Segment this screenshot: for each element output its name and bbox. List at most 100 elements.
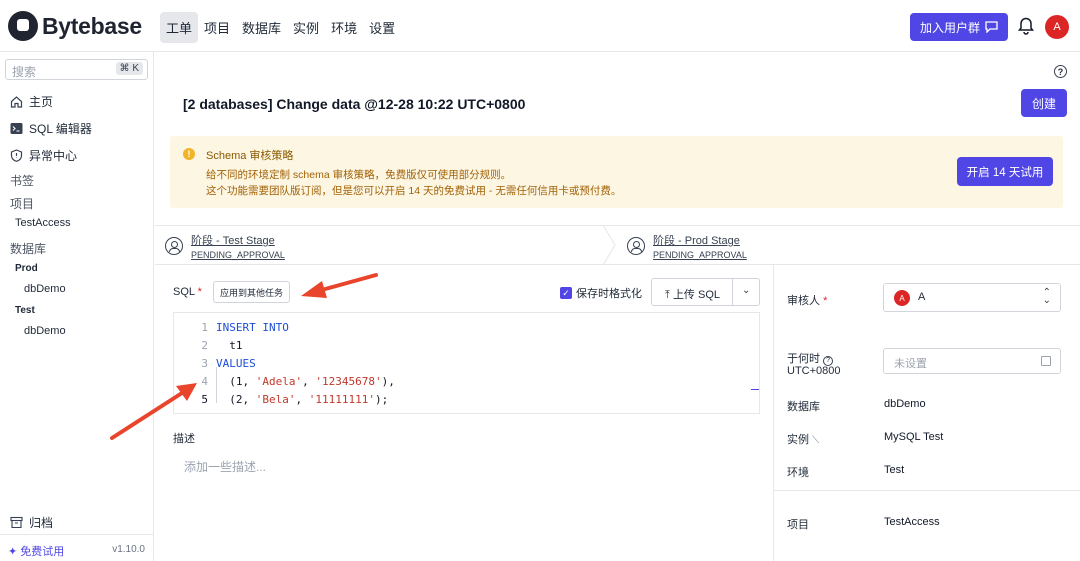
sql-editor[interactable]: 1 INSERT INTO 2 t1 3 VALUES 4 (1, 'Adela… xyxy=(173,312,760,414)
sql-label-text: SQL xyxy=(173,286,195,298)
reviewer-label-text: 审核人 xyxy=(787,295,820,307)
reviewer-avatar: A xyxy=(894,290,910,306)
user-circle-icon xyxy=(165,237,183,255)
line-number: 3 xyxy=(201,357,208,370)
description-input[interactable]: 添加一些描述... xyxy=(184,458,266,475)
search-placeholder: 搜索 xyxy=(12,65,37,79)
sidebar-footer: ✦ 免费试用 v1.10.0 xyxy=(0,534,154,561)
issue-sidebar: 审核人 * A A ⌃ ⌄ 于何时 ? UTC+0800 未设置 数据库 dbDe… xyxy=(773,265,1080,561)
description-label: 描述 xyxy=(173,433,195,445)
code-line: 5 (2, 'Bela', '11111111'); xyxy=(174,393,388,411)
banner-line-1: 给不同的环境定制 schema 审核策略，免费版仅可使用部分规则。 xyxy=(206,169,512,181)
sql-text: , xyxy=(295,393,309,406)
line-number: 5 xyxy=(201,393,208,406)
sidebar-label-anomaly: 异常中心 xyxy=(29,149,78,163)
reviewer-select[interactable]: A A ⌃ ⌄ xyxy=(883,283,1061,312)
terminal-icon xyxy=(10,123,23,134)
line-number: 4 xyxy=(201,375,208,388)
line-number: 1 xyxy=(201,321,208,334)
code-line: 3 VALUES xyxy=(174,357,255,375)
brand-name: Bytebase xyxy=(42,12,142,39)
free-trial-label: 免费试用 xyxy=(20,546,65,558)
bell-icon[interactable] xyxy=(1018,17,1034,35)
reviewer-required-mark: * xyxy=(823,295,828,307)
banner-title: Schema 审核策略 xyxy=(206,150,294,162)
chevron-right-icon xyxy=(602,225,616,265)
home-icon xyxy=(10,96,23,108)
sql-label: SQL * xyxy=(173,286,202,298)
start-trial-button[interactable]: 开启 14 天试用 xyxy=(957,157,1053,186)
join-community-button[interactable]: 加入用户群 xyxy=(910,13,1008,41)
sql-string: '12345678' xyxy=(315,375,382,388)
code-line: 4 (1, 'Adela', '12345678'), xyxy=(174,375,394,393)
shield-icon xyxy=(10,149,23,162)
datetime-placeholder: 未设置 xyxy=(894,358,927,370)
sql-string: 'Bela' xyxy=(255,393,296,406)
select-arrows-icon: ⌃ ⌄ xyxy=(1042,287,1051,306)
user-circle-icon xyxy=(627,237,645,255)
sql-string: 'Adela' xyxy=(255,375,303,388)
environment-value[interactable]: Test xyxy=(884,464,904,476)
project-value[interactable]: TestAccess xyxy=(884,516,940,528)
search-input[interactable]: 搜索 ⌘ K xyxy=(5,59,148,80)
sidebar-item-db-prod[interactable]: dbDemo xyxy=(24,283,66,295)
sidebar-section-bookmarks[interactable]: 书签 xyxy=(10,172,34,189)
sidebar-item-anomaly[interactable]: 异常中心 xyxy=(10,147,77,164)
upload-sql-text: ⤒ 上传 SQL xyxy=(665,286,720,302)
database-value[interactable]: dbDemo xyxy=(884,398,926,410)
timezone-label: UTC+0800 xyxy=(787,365,841,377)
sql-string: '11111111' xyxy=(308,393,375,406)
sidebar-item-archive[interactable]: 归档 xyxy=(10,514,53,531)
upload-divider xyxy=(732,279,733,305)
sidebar: 搜索 ⌘ K 主页 SQL 编辑器 异常中心 书签 项目 TestAccess … xyxy=(0,52,154,561)
free-trial-link[interactable]: ✦ 免费试用 xyxy=(8,543,64,559)
stage-bar: 阶段 - Test Stage PENDING_APPROVAL 阶段 - Pr… xyxy=(155,225,1080,265)
sparkle-icon: ✦ xyxy=(8,545,18,558)
stage-test[interactable]: 阶段 - Test Stage PENDING_APPROVAL xyxy=(165,232,285,260)
scroll-marker xyxy=(751,389,759,390)
line-number: 2 xyxy=(201,339,208,352)
chevron-down-icon[interactable]: ⌄ xyxy=(742,285,750,296)
sidebar-section-projects[interactable]: 项目 xyxy=(10,195,34,212)
create-button[interactable]: 创建 xyxy=(1021,89,1067,117)
user-avatar[interactable]: A xyxy=(1045,15,1069,39)
sidebar-section-databases[interactable]: 数据库 xyxy=(10,240,46,257)
nav-issues[interactable]: 工单 xyxy=(160,12,199,43)
stage-test-status: PENDING_APPROVAL xyxy=(191,250,285,260)
mysql-icon: ⟍ xyxy=(812,435,820,446)
sidebar-item-project-testaccess[interactable]: TestAccess xyxy=(15,217,71,229)
calendar-icon xyxy=(1041,356,1051,366)
page-title: [2 databases] Change data @12-28 10:22 U… xyxy=(183,96,526,112)
datetime-input[interactable]: 未设置 xyxy=(883,348,1061,374)
instance-value[interactable]: MySQL Test xyxy=(884,431,943,443)
nav-settings[interactable]: 设置 xyxy=(363,12,401,43)
code-line: 1 INSERT INTO xyxy=(174,321,288,339)
sidebar-item-db-test[interactable]: dbDemo xyxy=(24,325,66,337)
search-shortcut: ⌘ K xyxy=(115,62,143,75)
sql-text: , xyxy=(302,375,316,388)
sidebar-item-sql-editor[interactable]: SQL 编辑器 xyxy=(10,120,92,137)
nav-databases[interactable]: 数据库 xyxy=(236,12,287,43)
stage-prod-name: 阶段 - Prod Stage xyxy=(653,235,740,247)
logo[interactable]: Bytebase xyxy=(8,11,142,41)
project-label: 项目 xyxy=(787,519,809,531)
sidebar-item-home[interactable]: 主页 xyxy=(10,93,53,110)
join-community-label: 加入用户群 xyxy=(919,20,980,35)
format-on-save-checkbox[interactable]: ✓ 保存时格式化 xyxy=(560,285,642,301)
database-label: 数据库 xyxy=(787,401,820,413)
stage-prod[interactable]: 阶段 - Prod Stage PENDING_APPROVAL xyxy=(627,232,747,260)
reviewer-name: A xyxy=(918,291,926,303)
sql-required-mark: * xyxy=(197,286,202,298)
warning-icon: ! xyxy=(183,148,195,160)
environment-label: 环境 xyxy=(787,467,809,479)
sidebar-env-test: Test xyxy=(15,305,35,316)
upload-sql-button[interactable]: ⤒ 上传 SQL ⌄ xyxy=(651,278,760,306)
stage-test-name: 阶段 - Test Stage xyxy=(191,235,275,247)
apply-to-other-tasks-button[interactable]: 应用到其他任务 xyxy=(213,281,290,303)
nav-projects[interactable]: 项目 xyxy=(198,12,236,43)
panel-divider xyxy=(774,490,1080,491)
sidebar-label-sql-editor: SQL 编辑器 xyxy=(29,122,92,136)
help-icon[interactable]: ? xyxy=(1054,65,1067,78)
nav-environments[interactable]: 环境 xyxy=(325,12,363,43)
nav-instances[interactable]: 实例 xyxy=(287,12,325,43)
